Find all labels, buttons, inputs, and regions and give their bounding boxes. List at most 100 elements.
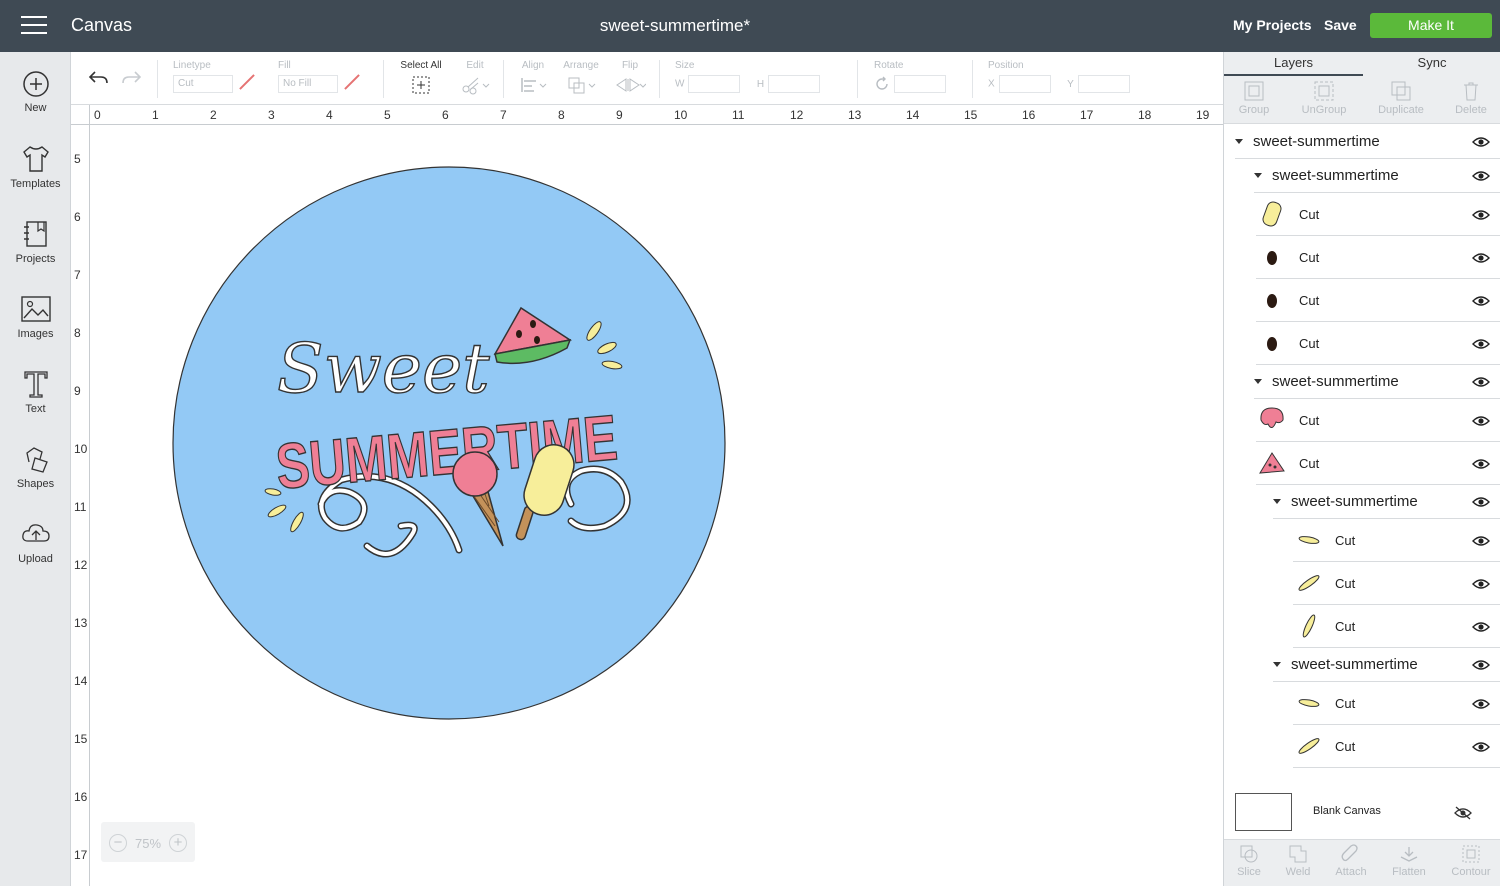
flip-group[interactable]: Flip: [614, 60, 647, 100]
eye-icon[interactable]: [1472, 252, 1490, 264]
group-button[interactable]: Group: [1224, 80, 1284, 116]
eye-icon[interactable]: [1472, 209, 1490, 221]
layer-row[interactable]: Cut: [1293, 562, 1500, 605]
layer-row[interactable]: Cut: [1293, 519, 1500, 562]
caret-down-icon[interactable]: [1273, 499, 1281, 504]
layer-row[interactable]: Cut: [1293, 682, 1500, 725]
ruler-left-label: 14: [74, 674, 88, 688]
layer-row[interactable]: Cut: [1293, 725, 1500, 768]
width-input[interactable]: [688, 75, 741, 93]
layer-group-row[interactable]: sweet-summertime: [1254, 365, 1500, 399]
sidebar-item-templates[interactable]: Templates: [0, 144, 71, 214]
duplicate-button[interactable]: Duplicate: [1371, 80, 1431, 116]
save-button[interactable]: Save: [1324, 17, 1357, 33]
position-y-input[interactable]: [1077, 75, 1130, 93]
eye-icon[interactable]: [1472, 621, 1490, 633]
my-projects-link[interactable]: My Projects: [1233, 17, 1312, 33]
sidebar-item-projects[interactable]: Projects: [0, 219, 71, 289]
eye-icon[interactable]: [1472, 338, 1490, 350]
eye-icon[interactable]: [1472, 415, 1490, 427]
layer-group-row[interactable]: sweet-summertime: [1273, 485, 1500, 519]
edit-group[interactable]: Edit: [457, 60, 493, 100]
attach-label: Attach: [1335, 866, 1367, 878]
layer-row[interactable]: Cut: [1256, 279, 1500, 322]
size-group[interactable]: Size W H: [675, 60, 821, 93]
sidebar-item-upload[interactable]: Upload: [0, 519, 71, 589]
fill-group[interactable]: Fill No Fill: [278, 60, 360, 93]
make-it-button[interactable]: Make It: [1370, 13, 1492, 38]
tab-sync[interactable]: Sync: [1363, 52, 1500, 76]
sidebar-item-shapes[interactable]: Shapes: [0, 444, 71, 514]
position-x-input[interactable]: [998, 75, 1051, 93]
linetype-group[interactable]: Linetype Cut: [173, 60, 255, 93]
eye-hidden-icon[interactable]: [1454, 806, 1472, 820]
blank-canvas-row[interactable]: Blank Canvas: [1224, 788, 1500, 838]
eye-icon[interactable]: [1472, 698, 1490, 710]
arrange-icon[interactable]: [566, 75, 596, 95]
slice-button[interactable]: Slice: [1224, 844, 1274, 878]
layer-group-row[interactable]: sweet-summertime: [1273, 648, 1500, 682]
edit-scissors-icon[interactable]: [460, 75, 490, 95]
design-canvas[interactable]: Sweet SUMMERTIME: [91, 126, 1223, 886]
eye-icon[interactable]: [1472, 458, 1490, 470]
ruler-left-label: 11: [74, 500, 87, 514]
weld-button[interactable]: Weld: [1273, 844, 1323, 878]
layer-row[interactable]: Cut: [1293, 605, 1500, 648]
zoom-in-button[interactable]: +: [169, 834, 187, 852]
eye-icon[interactable]: [1472, 578, 1490, 590]
eye-icon[interactable]: [1472, 376, 1490, 388]
flip-icon[interactable]: [614, 75, 647, 95]
layer-group-row[interactable]: sweet-summertime: [1254, 159, 1500, 193]
caret-down-icon[interactable]: [1273, 662, 1281, 667]
delete-button[interactable]: Delete: [1441, 80, 1500, 116]
select-all-group[interactable]: Select All: [399, 60, 443, 100]
layer-row[interactable]: Cut: [1256, 236, 1500, 279]
attach-button[interactable]: Attach: [1326, 844, 1376, 878]
eye-icon[interactable]: [1472, 535, 1490, 547]
ungroup-button[interactable]: UnGroup: [1294, 80, 1354, 116]
rotate-input[interactable]: [894, 75, 946, 93]
fill-color-swatch[interactable]: [344, 74, 360, 90]
eye-icon[interactable]: [1472, 496, 1490, 508]
caret-down-icon[interactable]: [1254, 379, 1262, 384]
layer-row[interactable]: Cut: [1256, 399, 1500, 442]
caret-down-icon[interactable]: [1235, 139, 1243, 144]
eye-icon[interactable]: [1472, 170, 1490, 182]
align-group[interactable]: Align: [519, 60, 547, 100]
layer-row[interactable]: Cut: [1256, 193, 1500, 236]
select-all-icon[interactable]: [411, 75, 431, 95]
zoom-out-button[interactable]: −: [109, 834, 127, 852]
layer-group-row[interactable]: sweet-summertime: [1235, 125, 1500, 159]
undo-icon[interactable]: [87, 69, 109, 87]
eye-icon[interactable]: [1472, 295, 1490, 307]
ruler-top-label: 19: [1196, 108, 1210, 122]
blank-canvas-swatch[interactable]: [1235, 793, 1292, 831]
tab-layers[interactable]: Layers: [1224, 52, 1363, 76]
arrange-group[interactable]: Arrange: [561, 60, 601, 100]
rotate-group[interactable]: Rotate: [874, 60, 946, 93]
eye-icon[interactable]: [1472, 659, 1490, 671]
layer-row[interactable]: Cut: [1256, 442, 1500, 485]
linetype-color-swatch[interactable]: [239, 74, 255, 90]
fill-select[interactable]: No Fill: [278, 75, 338, 93]
eye-icon[interactable]: [1472, 136, 1490, 148]
layer-thumbnail: [1267, 294, 1277, 308]
ruler-top-label: 11: [732, 108, 745, 122]
flatten-button[interactable]: Flatten: [1384, 844, 1434, 878]
layer-row[interactable]: Cut: [1256, 322, 1500, 365]
position-group[interactable]: Position X Y: [988, 60, 1130, 93]
delete-label: Delete: [1455, 104, 1487, 116]
redo-icon[interactable]: [121, 69, 143, 87]
design-text-sweet[interactable]: Sweet: [276, 329, 491, 409]
ruler-left-label: 16: [74, 790, 88, 804]
contour-button[interactable]: Contour: [1446, 844, 1496, 878]
sidebar-item-new[interactable]: New: [0, 70, 71, 140]
sidebar-item-images[interactable]: Images: [0, 294, 71, 364]
linetype-select[interactable]: Cut: [173, 75, 233, 93]
caret-down-icon[interactable]: [1254, 173, 1262, 178]
height-input[interactable]: [768, 75, 821, 93]
eye-icon[interactable]: [1472, 741, 1490, 753]
sidebar-item-text[interactable]: Text: [0, 369, 71, 439]
trash-icon: [1464, 82, 1478, 101]
align-icon[interactable]: [519, 75, 547, 95]
